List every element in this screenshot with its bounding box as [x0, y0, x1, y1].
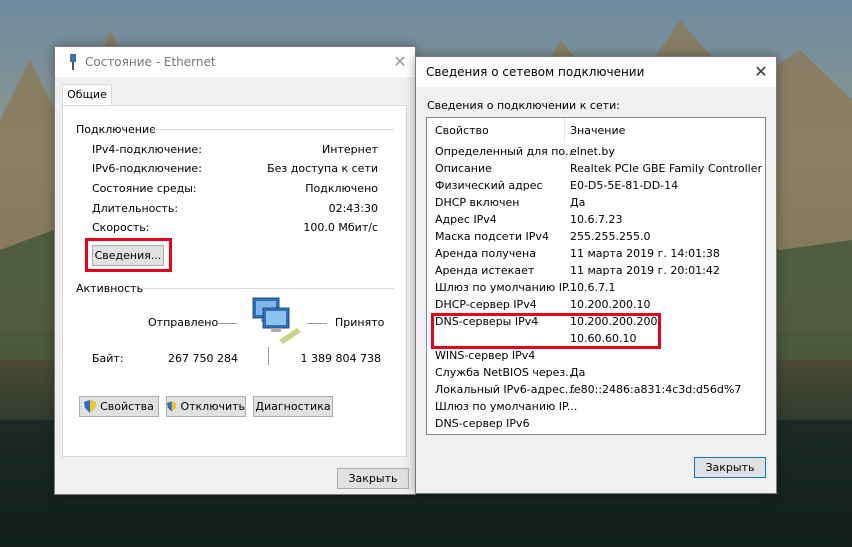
uac-shield-icon: [84, 400, 97, 413]
sent-bytes-value: 267 750 284: [168, 352, 238, 365]
window-title: Сведения о сетевом подключении: [426, 65, 645, 79]
value-cell: 10.6.7.1: [570, 281, 616, 294]
list-item[interactable]: Локальный IPv6-адрес... fe80::2486:a831:…: [427, 381, 765, 398]
value-cell: 10.200.200.10: [570, 298, 651, 311]
window-titlebar: Сведения о сетевом подключении ✕: [416, 57, 776, 87]
column-divider: [564, 118, 565, 142]
list-item[interactable]: Физический адрес E0-D5-5E-81-DD-14: [427, 177, 765, 194]
list-item[interactable]: Описание Realtek PCIe GBE Family Control…: [427, 160, 765, 177]
diagnose-button[interactable]: Диагностика: [253, 396, 333, 417]
disable-button-label: Отключить: [180, 400, 245, 413]
close-button[interactable]: Закрыть: [337, 468, 409, 489]
value-cell: fe80::2486:a831:4c3d:d56d%7: [570, 383, 742, 396]
property-cell: Аренда истекает: [435, 264, 535, 277]
property-cell: WINS-сервер IPv4: [435, 349, 536, 362]
received-line: [307, 323, 327, 324]
tab-general-label: Общие: [67, 88, 107, 101]
property-cell: Описание: [435, 162, 492, 175]
tab-general[interactable]: Общие: [62, 84, 112, 106]
list-item[interactable]: Аренда получена 11 марта 2019 г. 14:01:3…: [427, 245, 765, 262]
media-state-value: Подключено: [305, 182, 378, 195]
close-button-label: Закрыть: [705, 461, 755, 474]
media-state-label: Состояние среды:: [92, 182, 197, 195]
sent-label: Отправлено: [148, 316, 219, 329]
list-item[interactable]: Адрес IPv4 10.6.7.23: [427, 211, 765, 228]
list-item[interactable]: Шлюз по умолчанию IP...: [427, 398, 765, 415]
duration-label: Длительность:: [92, 202, 179, 215]
disable-button[interactable]: Отключить: [166, 396, 246, 417]
property-cell: Служба NetBIOS через...: [435, 366, 576, 379]
network-plug-icon: [70, 54, 76, 70]
activity-divider: [143, 288, 394, 289]
property-cell: Физический адрес: [435, 179, 543, 192]
property-cell: DHCP-сервер IPv4: [435, 298, 537, 311]
close-button[interactable]: Закрыть: [694, 457, 766, 478]
ipv6-value: Без доступа к сети: [267, 162, 378, 175]
dns-highlight-box: [431, 313, 661, 349]
network-computers-icon: [252, 297, 301, 344]
list-item[interactable]: WINS-сервер IPv4: [427, 347, 765, 364]
column-header-value: Значение: [570, 124, 626, 137]
details-list[interactable]: Свойство Значение Определенный для по...…: [426, 117, 766, 435]
ipv4-label: IPv4-подключение:: [92, 143, 202, 156]
value-cell: 11 марта 2019 г. 14:01:38: [570, 247, 720, 260]
property-cell: DNS-сервер IPv6: [435, 417, 530, 430]
properties-button-label: Свойства: [100, 400, 154, 413]
duration-value: 02:43:30: [328, 202, 378, 215]
speed-value: 100.0 Мбит/с: [303, 221, 378, 234]
bytes-label: Байт:: [92, 352, 124, 365]
property-cell: Маска подсети IPv4: [435, 230, 549, 243]
close-button-label: Закрыть: [348, 472, 398, 485]
details-subtitle: Сведения о подключении к сети:: [427, 99, 620, 112]
bytes-separator: [268, 347, 269, 365]
property-cell: Локальный IPv6-адрес...: [435, 383, 576, 396]
list-item[interactable]: Аренда истекает 11 марта 2019 г. 20:01:4…: [427, 262, 765, 279]
close-icon[interactable]: ✕: [388, 52, 412, 72]
window-title: Состояние - Ethernet: [85, 55, 216, 69]
list-item[interactable]: DNS-сервер IPv6: [427, 415, 765, 432]
list-item[interactable]: DHCP-сервер IPv4 10.200.200.10: [427, 296, 765, 313]
ipv4-value: Интернет: [322, 143, 378, 156]
speed-label: Скорость:: [92, 221, 150, 234]
property-cell: Шлюз по умолчанию IP...: [435, 281, 578, 294]
value-cell: 255.255.255.0: [570, 230, 651, 243]
list-item[interactable]: Служба NetBIOS через... Да: [427, 364, 765, 381]
value-cell: 10.6.7.23: [570, 213, 623, 226]
uac-shield-icon: [167, 401, 177, 412]
property-cell: Адрес IPv4: [435, 213, 497, 226]
value-cell: Realtek PCIe GBE Family Controller: [570, 162, 763, 175]
list-item[interactable]: Шлюз по умолчанию IP... 10.6.7.1: [427, 279, 765, 296]
list-header: Свойство Значение: [427, 118, 765, 142]
property-cell: Шлюз по умолчанию IP...: [435, 400, 578, 413]
received-label: Принято: [335, 316, 385, 329]
property-cell: Аренда получена: [435, 247, 536, 260]
network-details-window: Сведения о сетевом подключении ✕ Сведени…: [415, 56, 777, 494]
value-cell: E0-D5-5E-81-DD-14: [570, 179, 679, 192]
column-header-property[interactable]: Свойство: [435, 124, 489, 137]
property-cell: Определенный для по...: [435, 145, 576, 158]
properties-button[interactable]: Свойства: [79, 396, 159, 417]
close-icon[interactable]: ✕: [749, 62, 773, 82]
list-item[interactable]: DHCP включен Да: [427, 194, 765, 211]
connection-heading: Подключение: [76, 123, 156, 136]
list-item[interactable]: Маска подсети IPv4 255.255.255.0: [427, 228, 765, 245]
diagnose-button-label: Диагностика: [255, 400, 331, 413]
value-cell: 11 марта 2019 г. 20:01:42: [570, 264, 720, 277]
window-titlebar: Состояние - Ethernet ✕: [55, 47, 415, 77]
connection-divider: [153, 129, 394, 130]
value-cell: Да: [570, 196, 586, 209]
property-cell: DHCP включен: [435, 196, 520, 209]
ipv6-label: IPv6-подключение:: [92, 162, 202, 175]
value-cell: Да: [570, 366, 586, 379]
tab-page: Подключение IPv4-подключение: Интернет I…: [62, 105, 407, 457]
sent-line: [217, 323, 237, 324]
received-bytes-value: 1 389 804 738: [300, 352, 381, 365]
list-item[interactable]: Определенный для по... elnet.by: [427, 143, 765, 160]
value-cell: elnet.by: [570, 145, 615, 158]
details-highlight-box: [85, 238, 172, 272]
activity-heading: Активность: [76, 282, 144, 295]
ethernet-status-window: Состояние - Ethernet ✕ Общие Подключение…: [54, 46, 416, 495]
